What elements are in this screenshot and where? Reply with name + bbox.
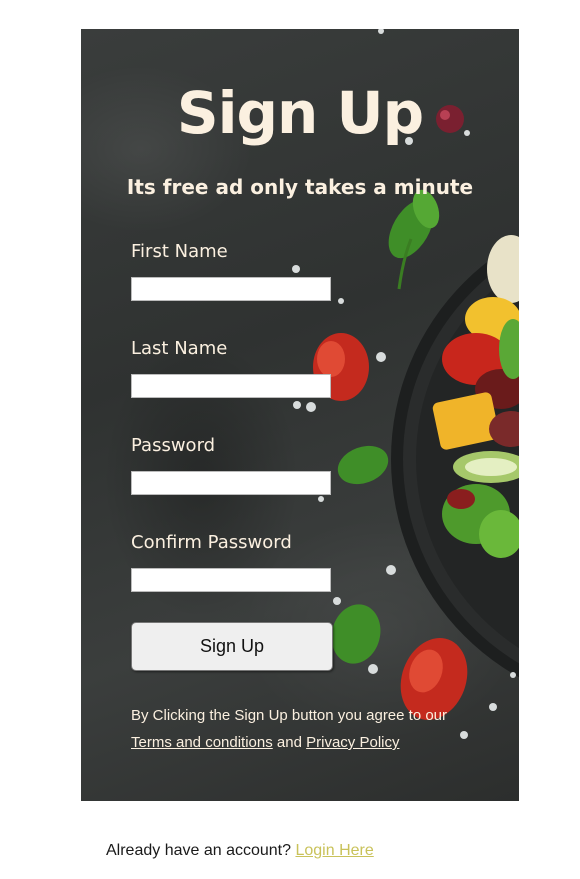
terms-and-text: and [276,734,302,751]
terms-notice: By Clicking the Sign Up button you agree… [131,702,491,756]
last-name-input[interactable] [131,374,331,398]
password-label: Password [131,435,216,456]
page-title: Sign Up [176,79,424,147]
privacy-policy-link[interactable]: Privacy Policy [306,734,399,751]
confirm-password-input[interactable] [131,568,331,592]
signup-card: Sign Up Its free ad only takes a minute … [81,29,519,801]
login-here-link[interactable]: Login Here [295,842,373,859]
password-input[interactable] [131,471,331,495]
page-subtitle: Its free ad only takes a minute [126,175,474,199]
first-name-input[interactable] [131,277,331,301]
last-name-label: Last Name [131,338,228,359]
login-prompt: Already have an account? Login Here [106,842,374,860]
terms-prefix-text: By Clicking the Sign Up button you agree… [131,707,448,724]
confirm-password-label: Confirm Password [131,532,292,553]
login-prompt-text: Already have an account? [106,842,292,859]
terms-and-conditions-link[interactable]: Terms and conditions [131,734,273,751]
sign-up-button[interactable]: Sign Up [131,622,333,671]
first-name-label: First Name [131,241,228,262]
